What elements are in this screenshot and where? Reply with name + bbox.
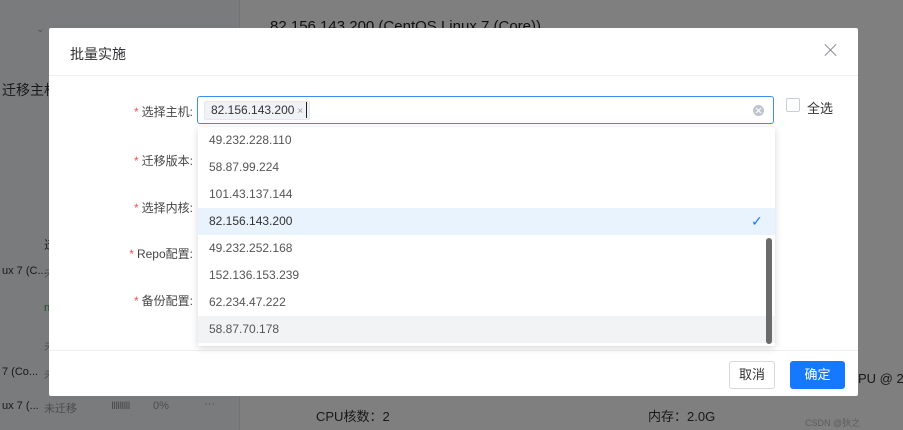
confirm-button[interactable]: 确定 (790, 361, 845, 389)
host-option[interactable]: 49.232.228.110 (198, 127, 775, 154)
clear-icon[interactable] (753, 105, 764, 116)
host-label: * 选择主机: (134, 103, 193, 120)
cancel-button[interactable]: 取消 (729, 361, 775, 389)
kernel-label-text: 选择内核: (141, 201, 193, 215)
version-label-text: 迁移版本: (141, 154, 193, 168)
check-icon: ✓ (751, 213, 763, 229)
kernel-label: * 选择内核: (134, 199, 193, 216)
dropdown-scrollbar[interactable] (766, 238, 772, 344)
host-option[interactable]: 152.136.153.239 (198, 262, 775, 289)
selected-host-tag: 82.156.143.200 × (204, 101, 311, 120)
required-mark: * (129, 247, 134, 261)
required-mark: * (133, 105, 139, 119)
required-mark: * (133, 154, 139, 168)
close-icon[interactable] (823, 42, 839, 58)
selected-host-tag-label: 82.156.143.200 (211, 103, 295, 117)
required-mark: * (133, 201, 139, 215)
host-dropdown: 49.232.228.110 58.87.99.224 101.43.137.1… (198, 127, 775, 346)
text-caret (306, 102, 307, 118)
dialog-header: 批量实施 (49, 28, 858, 76)
host-option[interactable]: 62.234.47.222 (198, 289, 775, 316)
dialog-footer-divider (49, 350, 858, 351)
repo-label: * Repo配置: (129, 245, 193, 262)
host-select[interactable]: 82.156.143.200 × (197, 96, 774, 124)
host-option[interactable]: 58.87.99.224 (198, 154, 775, 181)
repo-label-text: Repo配置: (136, 247, 193, 261)
select-all-label[interactable]: 全选 (807, 98, 833, 117)
dialog-title: 批量实施 (70, 46, 126, 62)
host-option[interactable]: 49.232.252.168 (198, 235, 775, 262)
host-option[interactable]: 58.87.70.178 (198, 316, 775, 343)
version-label: * 迁移版本: (134, 152, 193, 169)
host-option[interactable]: 101.43.137.144 (198, 181, 775, 208)
required-mark: * (133, 294, 139, 308)
backup-label: * 备份配置: (134, 292, 193, 309)
host-option-label: 82.156.143.200 (209, 214, 293, 228)
backup-label-text: 备份配置: (141, 294, 193, 308)
tag-remove-icon[interactable]: × (297, 106, 303, 117)
select-all-checkbox[interactable] (786, 98, 800, 112)
host-option-selected[interactable]: 82.156.143.200 ✓ (198, 208, 775, 235)
host-label-text: 选择主机: (141, 105, 193, 119)
